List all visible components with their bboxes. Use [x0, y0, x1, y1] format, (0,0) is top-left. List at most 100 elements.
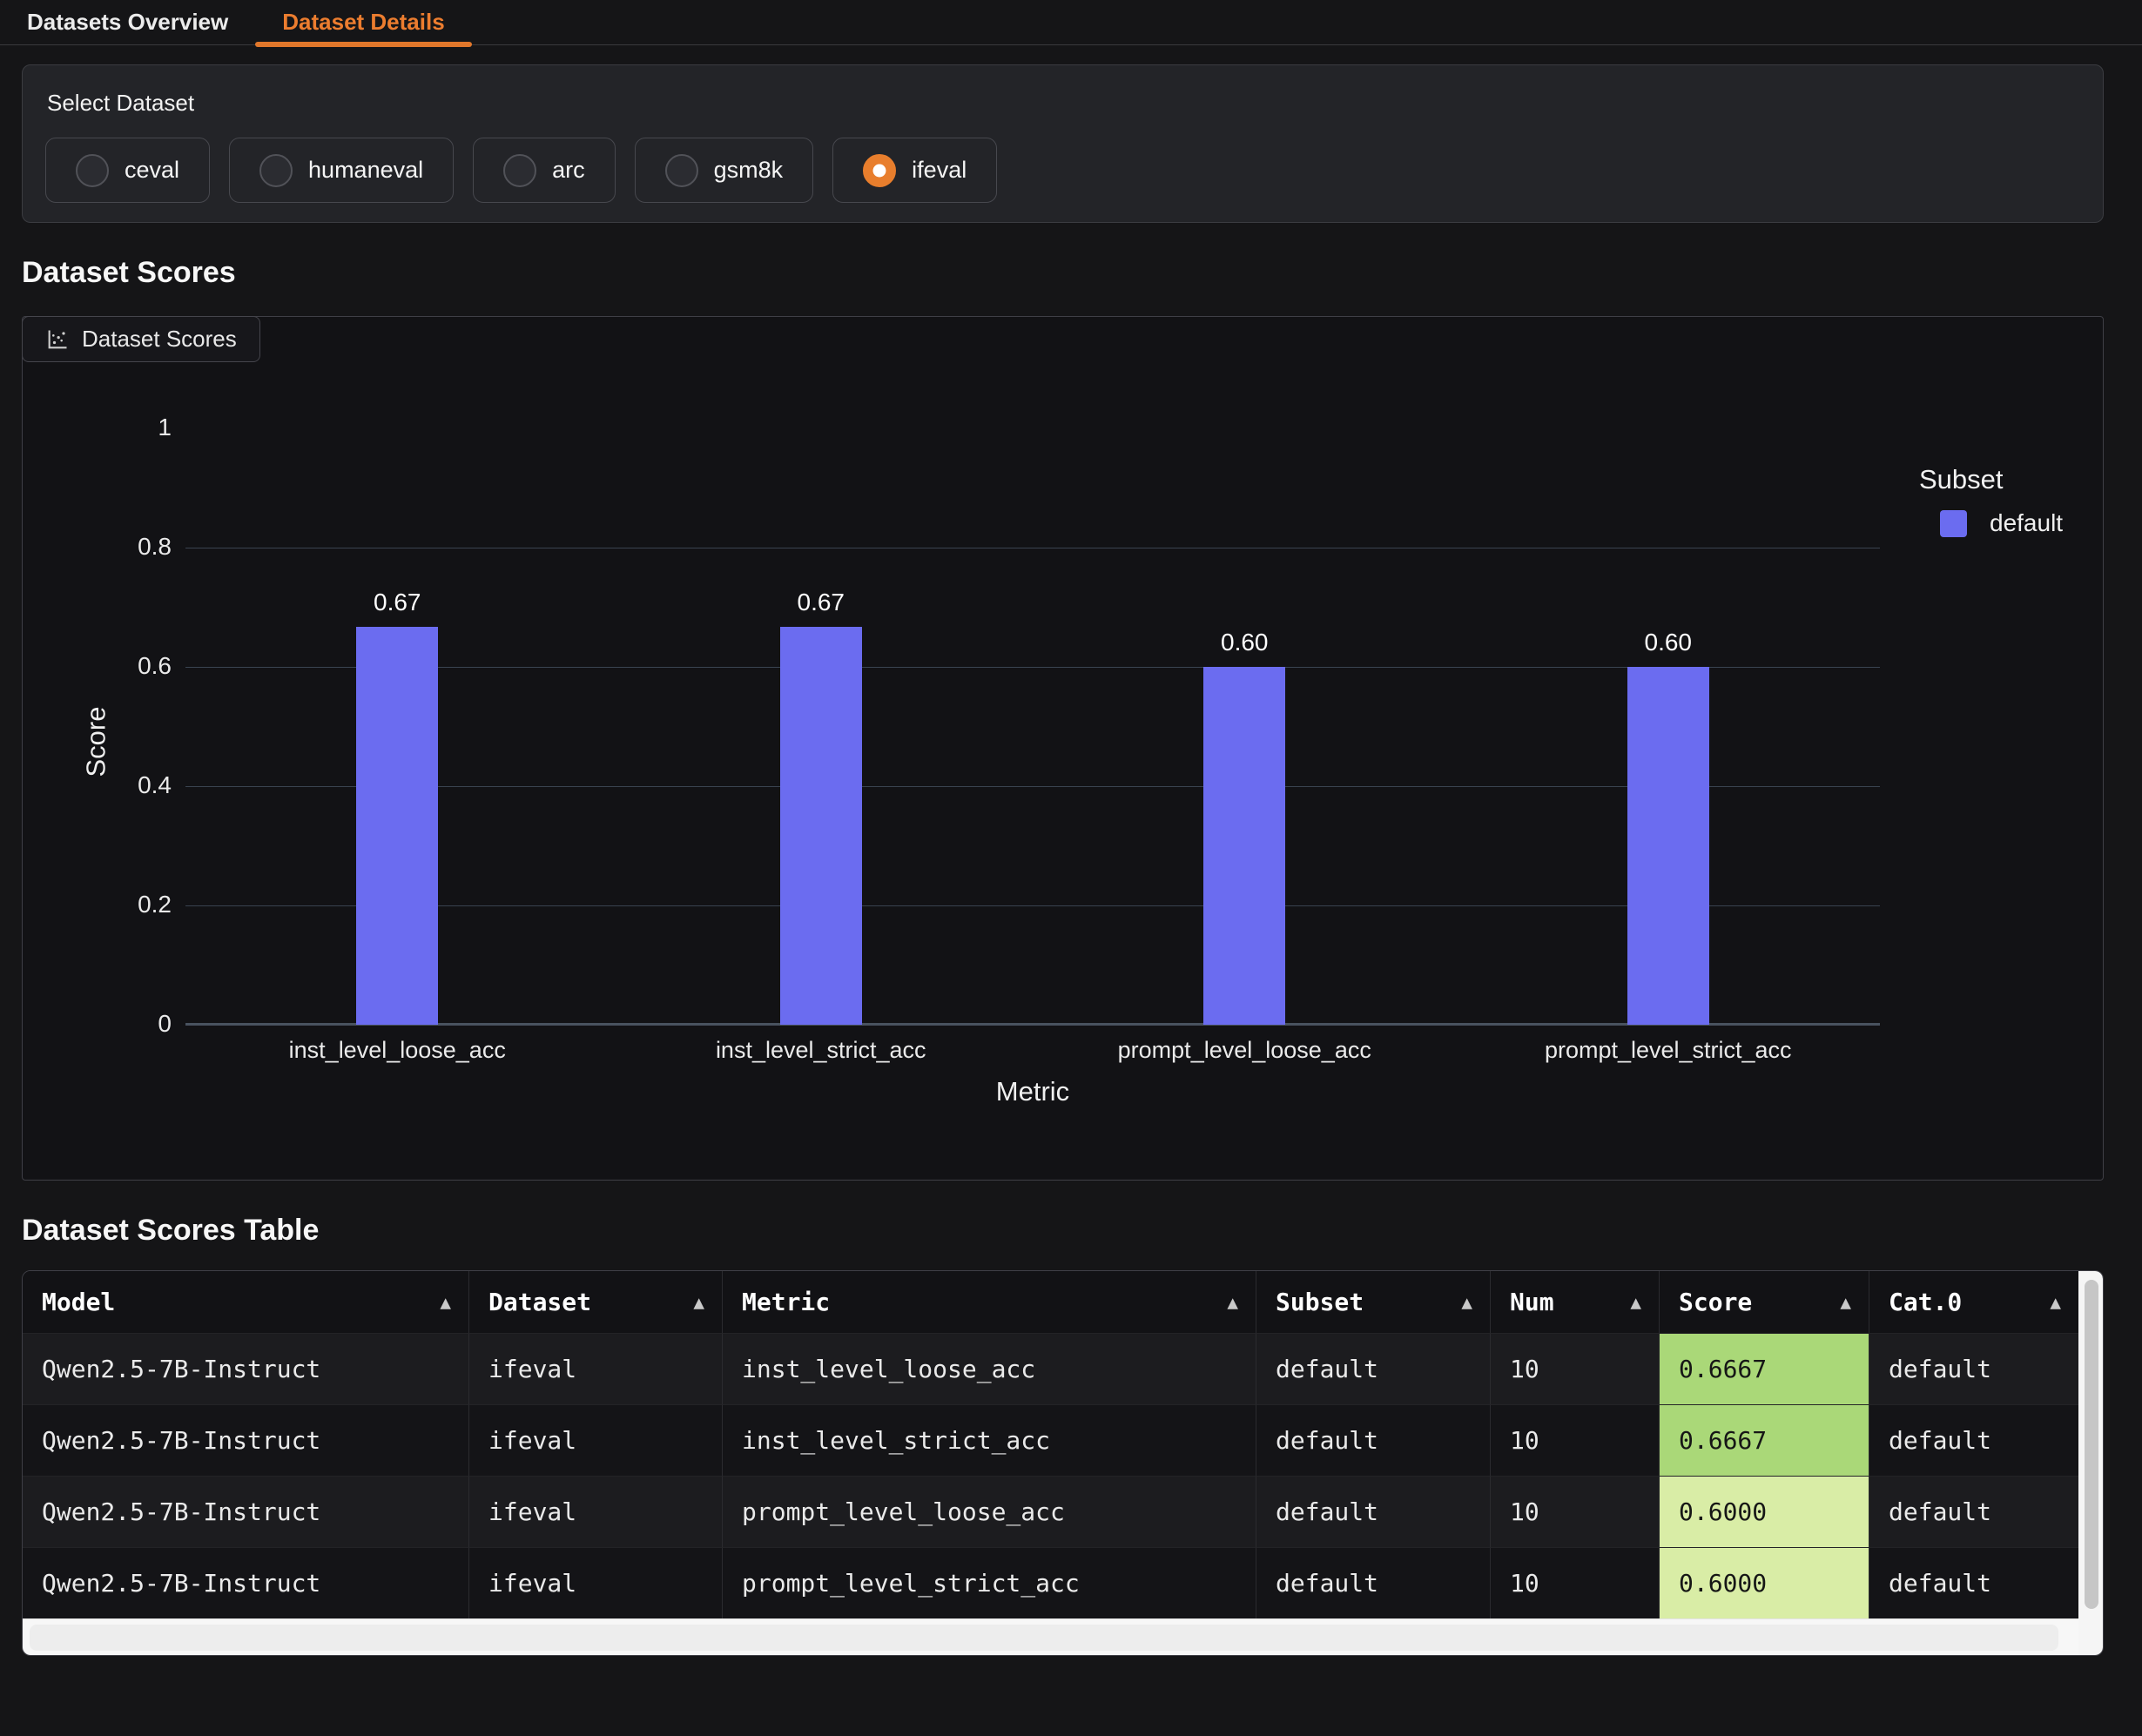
- column-header-score[interactable]: Score ▲: [1659, 1271, 1869, 1333]
- cell-score: 0.6667: [1659, 1333, 1869, 1404]
- table-row[interactable]: Qwen2.5-7B-Instruct ifeval prompt_level_…: [23, 1547, 2078, 1618]
- cell-dataset: ifeval: [468, 1404, 722, 1476]
- cell-model: Qwen2.5-7B-Instruct: [23, 1404, 468, 1476]
- column-header-label: Metric: [742, 1288, 830, 1316]
- radio-option-label: gsm8k: [714, 157, 784, 184]
- cell-cat0: default: [1869, 1547, 2078, 1618]
- table-row[interactable]: Qwen2.5-7B-Instruct ifeval prompt_level_…: [23, 1476, 2078, 1547]
- radio-option-label: ceval: [125, 157, 179, 184]
- radio-icon[interactable]: [259, 154, 293, 187]
- cell-score: 0.6000: [1659, 1476, 1869, 1547]
- radio-option-arc[interactable]: arc: [473, 138, 616, 203]
- radio-icon[interactable]: [76, 154, 109, 187]
- cell-dataset: ifeval: [468, 1547, 722, 1618]
- select-dataset-label: Select Dataset: [47, 90, 2080, 117]
- cell-dataset: ifeval: [468, 1476, 722, 1547]
- dataset-scores-chart-card: Dataset Scores Score Metric 00.20.40.60.…: [22, 316, 2104, 1181]
- bar-value-label: 0.67: [310, 589, 484, 616]
- sort-arrow-icon[interactable]: ▲: [2050, 1292, 2061, 1313]
- column-header-label: Score: [1679, 1288, 1752, 1316]
- x-axis-title: Metric: [893, 1076, 1172, 1107]
- x-tick-label: prompt_level_loose_acc: [1053, 1037, 1436, 1064]
- chart-bar: [1627, 667, 1709, 1025]
- dataset-scores-table: Model ▲ Dataset ▲ Metric ▲ Subset ▲ Num ▲ Sco…: [22, 1270, 2104, 1656]
- y-tick-label: 0.4: [67, 771, 172, 799]
- table-row[interactable]: Qwen2.5-7B-Instruct ifeval inst_level_st…: [23, 1404, 2078, 1476]
- cell-subset: default: [1256, 1476, 1490, 1547]
- chart-bar: [356, 627, 438, 1025]
- tab-datasets-overview[interactable]: Datasets Overview: [0, 0, 255, 44]
- sort-arrow-icon[interactable]: ▲: [693, 1292, 704, 1313]
- column-header-label: Num: [1510, 1288, 1554, 1316]
- chart-bar: [1203, 667, 1285, 1025]
- radio-icon[interactable]: [665, 154, 698, 187]
- vertical-scrollbar[interactable]: [2078, 1271, 2103, 1655]
- tab-dataset-details[interactable]: Dataset Details: [255, 0, 471, 44]
- legend-swatch: [1940, 510, 1967, 537]
- cell-num: 10: [1490, 1476, 1659, 1547]
- x-tick-label: inst_level_loose_acc: [205, 1037, 589, 1064]
- radio-option-humaneval[interactable]: humaneval: [229, 138, 454, 203]
- cell-num: 10: [1490, 1404, 1659, 1476]
- top-tab-bar: Datasets Overview Dataset Details: [0, 0, 2142, 45]
- legend-entry-default[interactable]: default: [1940, 509, 2063, 537]
- bar-value-label: 0.67: [734, 589, 908, 616]
- radio-option-ifeval[interactable]: ifeval: [832, 138, 997, 203]
- legend-entry-label: default: [1990, 509, 2063, 537]
- radio-option-gsm8k[interactable]: gsm8k: [635, 138, 814, 203]
- column-header-metric[interactable]: Metric ▲: [722, 1271, 1256, 1333]
- horizontal-scrollbar-thumb[interactable]: [30, 1625, 2058, 1651]
- cell-subset: default: [1256, 1547, 1490, 1618]
- sort-arrow-icon[interactable]: ▲: [1630, 1292, 1641, 1313]
- chart-panel-tab-label: Dataset Scores: [82, 326, 237, 353]
- y-axis-title: Score: [80, 707, 111, 777]
- cell-model: Qwen2.5-7B-Instruct: [23, 1547, 468, 1618]
- table-header-row: Model ▲ Dataset ▲ Metric ▲ Subset ▲ Num ▲ Sco…: [23, 1271, 2078, 1333]
- cell-subset: default: [1256, 1404, 1490, 1476]
- y-tick-label: 0.8: [67, 533, 172, 561]
- column-header-label: Subset: [1276, 1288, 1364, 1316]
- column-header-dataset[interactable]: Dataset ▲: [468, 1271, 722, 1333]
- radio-option-label: ifeval: [912, 157, 967, 184]
- table-row[interactable]: Qwen2.5-7B-Instruct ifeval inst_level_lo…: [23, 1333, 2078, 1404]
- legend-title: Subset: [1919, 464, 2063, 495]
- sort-arrow-icon[interactable]: ▲: [1227, 1292, 1238, 1313]
- cell-metric: prompt_level_strict_acc: [722, 1547, 1256, 1618]
- cell-cat0: default: [1869, 1333, 2078, 1404]
- table-main: Model ▲ Dataset ▲ Metric ▲ Subset ▲ Num ▲ Sco…: [23, 1271, 2078, 1655]
- chart-panel-tab[interactable]: Dataset Scores: [22, 316, 260, 362]
- x-axis-line: [185, 1023, 1880, 1026]
- radio-icon[interactable]: [503, 154, 536, 187]
- cell-cat0: default: [1869, 1404, 2078, 1476]
- cell-num: 10: [1490, 1333, 1659, 1404]
- column-header-subset[interactable]: Subset ▲: [1256, 1271, 1490, 1333]
- cell-model: Qwen2.5-7B-Instruct: [23, 1333, 468, 1404]
- sort-arrow-icon[interactable]: ▲: [1840, 1292, 1851, 1313]
- dataset-scores-table-heading: Dataset Scores Table: [22, 1214, 2142, 1248]
- cell-subset: default: [1256, 1333, 1490, 1404]
- cell-score: 0.6667: [1659, 1404, 1869, 1476]
- radio-option-label: humaneval: [308, 157, 423, 184]
- radio-selected-icon[interactable]: [863, 154, 896, 187]
- cell-metric: inst_level_loose_acc: [722, 1333, 1256, 1404]
- cell-dataset: ifeval: [468, 1333, 722, 1404]
- column-header-model[interactable]: Model ▲: [23, 1271, 468, 1333]
- cell-cat0: default: [1869, 1476, 2078, 1547]
- column-header-label: Dataset: [488, 1288, 591, 1316]
- select-dataset-panel: Select Dataset ceval humaneval arc gsm8k…: [22, 64, 2104, 223]
- gridline: [185, 667, 1880, 668]
- cell-metric: prompt_level_loose_acc: [722, 1476, 1256, 1547]
- column-header-cat0[interactable]: Cat.0▲: [1869, 1271, 2078, 1333]
- column-header-label: Model: [42, 1288, 115, 1316]
- gridline: [185, 786, 1880, 787]
- column-header-num[interactable]: Num ▲: [1490, 1271, 1659, 1333]
- sort-arrow-icon[interactable]: ▲: [1461, 1292, 1472, 1313]
- dataset-scores-heading: Dataset Scores: [22, 256, 2142, 290]
- gridline: [185, 905, 1880, 906]
- sort-arrow-icon[interactable]: ▲: [440, 1292, 451, 1313]
- radio-option-ceval[interactable]: ceval: [45, 138, 210, 203]
- vertical-scrollbar-thumb[interactable]: [2085, 1280, 2098, 1609]
- horizontal-scrollbar[interactable]: [23, 1618, 2078, 1655]
- dataset-radio-group: ceval humaneval arc gsm8k ifeval: [45, 138, 2080, 203]
- x-tick-label: prompt_level_strict_acc: [1477, 1037, 1860, 1064]
